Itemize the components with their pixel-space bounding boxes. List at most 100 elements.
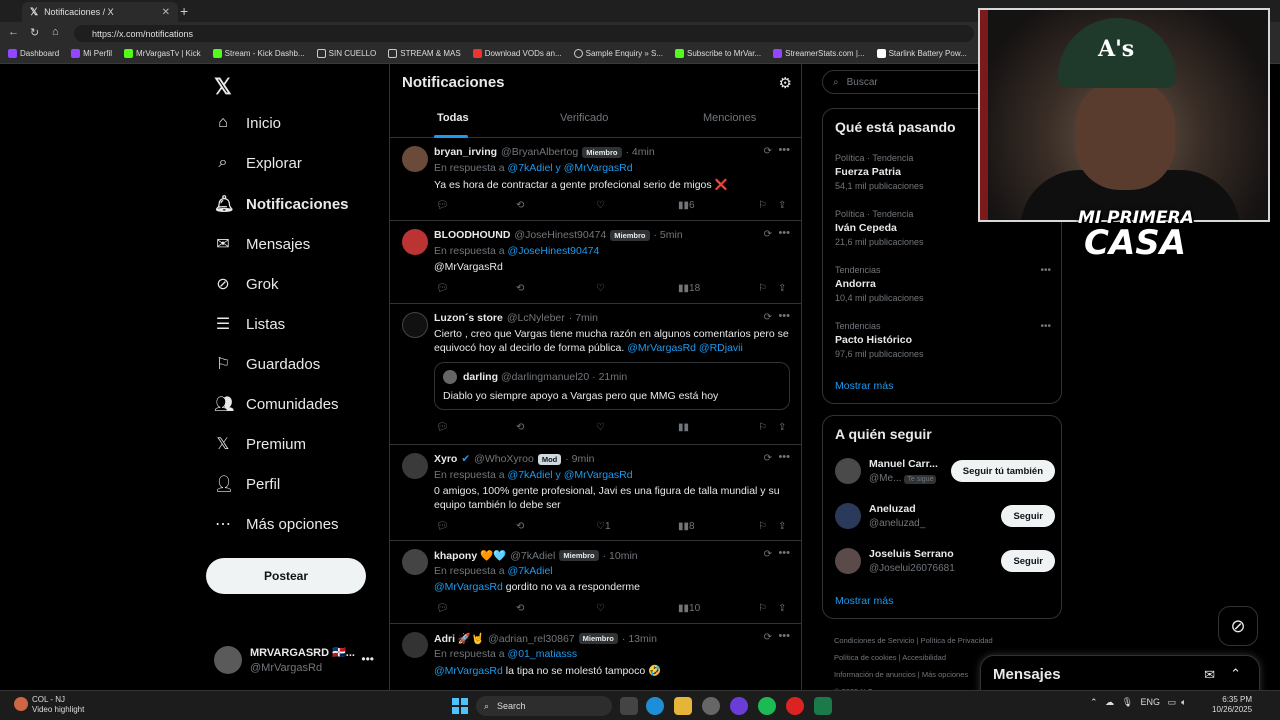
footer-link[interactable]: Accesibilidad — [902, 653, 946, 662]
more-icon[interactable]: ••• — [778, 547, 790, 559]
tab-mentions[interactable]: Menciones — [703, 112, 756, 124]
mention-link[interactable]: @MrVargasRd — [434, 665, 503, 677]
author-name[interactable]: Luzon´s store — [434, 312, 503, 324]
reply-link[interactable]: @01_matiasss — [508, 648, 578, 660]
nav-home[interactable]: ⌂ Inicio — [214, 114, 281, 132]
bookmark[interactable]: Sample Enquiry » S... — [573, 49, 663, 58]
expand-icon[interactable]: ⌃ — [1230, 666, 1241, 682]
follow-suggestion[interactable]: Aneluzad @aneluzad_ Seguir — [835, 501, 1055, 535]
like-icon[interactable]: ♡ — [596, 422, 605, 433]
nav-grok[interactable]: ⊘ Grok — [214, 274, 278, 294]
more-icon[interactable]: ••• — [778, 310, 790, 322]
views-icon[interactable]: ▮▮ 18 — [678, 283, 700, 294]
back-icon[interactable]: ← — [8, 26, 19, 38]
author-name[interactable]: Xyro — [434, 453, 457, 465]
bookmark[interactable]: Starlink Battery Pow... — [876, 49, 967, 58]
nav-bookmarks[interactable]: ⚐ Guardados — [214, 354, 320, 374]
tweet[interactable]: khapony 🧡🩵 @7kAdiel Miembro · 10min ⟳ ••… — [390, 541, 801, 624]
author-handle[interactable]: @WhoXyroo — [474, 453, 534, 465]
more-icon[interactable]: ••• — [1040, 265, 1051, 276]
follow-button[interactable]: Seguir — [1001, 550, 1055, 572]
tweet[interactable]: Adri 🚀🤘 @adrian_rel30867 Miembro · 13min… — [390, 624, 801, 700]
author-handle[interactable]: @LcNyleber — [507, 312, 565, 324]
grok-icon[interactable]: ⟳ — [764, 146, 772, 157]
follow-suggestion[interactable]: Manuel Carr... @Me... Te sigue Seguir tú … — [835, 456, 1055, 490]
timestamp[interactable]: · 13min — [622, 633, 657, 645]
bookmark[interactable]: StreamerStats.com |... — [773, 49, 865, 58]
mention-links[interactable]: @MrVargasRd @RDjavii — [627, 342, 743, 354]
share-icon[interactable]: ⇪ — [778, 422, 786, 433]
author-handle[interactable]: @adrian_rel30867 — [488, 633, 575, 645]
grok-icon[interactable]: ⟳ — [764, 312, 772, 323]
grok-icon[interactable]: ⟳ — [764, 453, 772, 464]
spotify-icon[interactable] — [758, 697, 776, 715]
nav-messages[interactable]: ✉ Mensajes — [214, 234, 310, 254]
author-handle[interactable]: @BryanAlbertog — [501, 146, 578, 158]
author-handle[interactable]: @7kAdiel — [510, 550, 555, 562]
volume-icon[interactable]: 🔈︎ — [1181, 697, 1186, 707]
reply-icon[interactable]: 💬︎ — [436, 200, 449, 211]
timestamp[interactable]: · 5min — [654, 229, 683, 241]
mention-link[interactable]: @MrVargasRd — [434, 581, 503, 593]
more-icon[interactable]: ••• — [778, 451, 790, 463]
nav-more[interactable]: ⋯ Más opciones — [214, 514, 339, 534]
tweet[interactable]: Xyro ✔ @WhoXyroo Mod · 9min ⟳ ••• En res… — [390, 445, 801, 541]
share-icon[interactable]: ⇪ — [778, 603, 786, 614]
avatar[interactable] — [402, 312, 428, 338]
footer-link[interactable]: Política de cookies — [834, 653, 897, 662]
post-button[interactable]: Postear — [206, 558, 366, 594]
show-more-link[interactable]: Mostrar más — [835, 595, 893, 607]
new-tab-icon[interactable]: + — [180, 3, 188, 19]
footer-link[interactable]: Información de anuncios — [834, 670, 916, 679]
taskbar-search[interactable]: ⌕ Search — [476, 696, 612, 716]
grok-icon[interactable]: ⟳ — [764, 229, 772, 240]
bookmark-icon[interactable]: ⚐ — [758, 422, 767, 433]
retweet-icon[interactable]: ⟲ — [516, 521, 524, 532]
timestamp[interactable]: · 7min — [569, 312, 598, 324]
bookmark[interactable]: Stream - Kick Dashb... — [212, 49, 305, 58]
show-more-link[interactable]: Mostrar más — [835, 380, 893, 392]
account-switcher[interactable]: MRVARGASRD 🇩🇴... @MrVargasRd ••• — [214, 644, 384, 680]
reply-icon[interactable]: 💬︎ — [436, 283, 449, 294]
reply-icon[interactable]: 💬︎ — [436, 603, 449, 614]
timestamp[interactable]: · 10min — [603, 550, 638, 562]
footer-link[interactable]: Política de Privacidad — [921, 636, 993, 645]
avatar[interactable] — [402, 146, 428, 172]
bookmark[interactable]: MrVargasTv | Kick — [124, 49, 201, 58]
more-icon[interactable]: ••• — [361, 652, 374, 666]
cloud-icon[interactable]: ☁ — [1105, 697, 1114, 707]
x-logo-icon[interactable]: 𝕏 — [214, 74, 232, 100]
bookmark-folder[interactable]: SIN CUELLO — [316, 49, 376, 58]
grok-floating-icon[interactable]: ⊘ — [1218, 606, 1258, 646]
avatar[interactable] — [402, 632, 428, 658]
more-icon[interactable]: ••• — [778, 630, 790, 642]
obs-icon[interactable] — [786, 697, 804, 715]
bookmark[interactable]: Mi Perfil — [71, 49, 112, 58]
nav-notifications[interactable]: 🔔︎ Notificaciones — [214, 194, 349, 214]
follow-suggestion[interactable]: Joseluis Serrano @Joselui26076681 Seguir — [835, 546, 1055, 580]
reply-link[interactable]: @7kAdiel y @MrVargasRd — [508, 162, 633, 174]
tweet[interactable]: Luzon´s store @LcNyleber · 7min ⟳ ••• Ci… — [390, 304, 801, 445]
more-icon[interactable]: ••• — [778, 227, 790, 239]
nav-explore[interactable]: ⌕ Explorar — [214, 154, 302, 172]
author-name[interactable]: khapony 🧡🩵 — [434, 549, 506, 562]
bookmark-icon[interactable]: ⚐ — [758, 200, 767, 211]
author-name[interactable]: bryan_irving — [434, 146, 497, 158]
nav-communities[interactable]: 👥︎ Comunidades — [214, 394, 339, 414]
author-name[interactable]: Adri 🚀🤘 — [434, 632, 484, 645]
nav-lists[interactable]: ☰ Listas — [214, 314, 285, 334]
nav-premium[interactable]: 𝕏 Premium — [214, 434, 306, 454]
more-icon[interactable]: ••• — [778, 144, 790, 156]
bookmark-icon[interactable]: ⚐ — [758, 521, 767, 532]
bookmark-folder[interactable]: STREAM & MAS — [388, 49, 461, 58]
new-message-icon[interactable]: ✉ — [1204, 667, 1215, 683]
quoted-tweet[interactable]: darling @darlingmanuel20 · 21min Diablo … — [434, 362, 790, 410]
retweet-icon[interactable]: ⟲ — [516, 200, 524, 211]
chrome-icon[interactable] — [702, 697, 720, 715]
retweet-icon[interactable]: ⟲ — [516, 422, 524, 433]
like-icon[interactable]: ♡ 1 — [596, 521, 611, 532]
trend-item[interactable]: Tendencias Pacto Histórico 97,6 mil publ… — [835, 321, 1051, 359]
retweet-icon[interactable]: ⟲ — [516, 603, 524, 614]
nav-profile[interactable]: 👤︎ Perfil — [214, 474, 280, 494]
like-icon[interactable]: ♡ — [596, 283, 605, 294]
